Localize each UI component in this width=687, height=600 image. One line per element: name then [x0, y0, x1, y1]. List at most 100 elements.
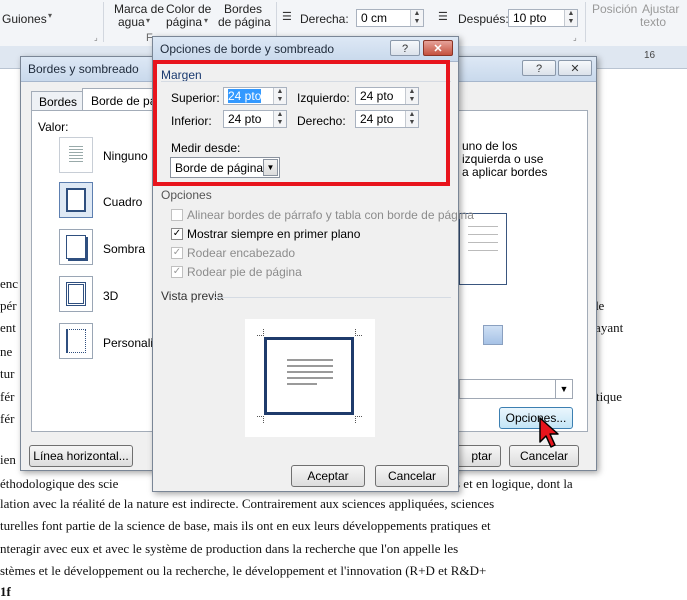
3d-setting-icon[interactable]	[59, 276, 93, 312]
opciones-section-title: Opciones	[161, 188, 212, 202]
document-fragment: tique	[596, 389, 622, 404]
spin-arrows-icon[interactable]: ▲ ▼	[564, 10, 577, 26]
corner-mark	[257, 416, 264, 423]
document-line: turelles font partie de la science de ba…	[0, 518, 491, 533]
ajustar-texto-label-1[interactable]: Ajustar	[642, 2, 679, 16]
hint-text: a aplicar bordes	[462, 165, 548, 179]
ninguno-setting-icon[interactable]	[59, 137, 93, 173]
aceptar-button[interactable]: Aceptar	[291, 465, 365, 487]
despues-label: Después:	[458, 12, 509, 26]
dialog-launcher-icon[interactable]: ⌟	[94, 33, 98, 42]
mostrar-checkbox[interactable]: ✓	[171, 228, 183, 240]
preview-text-line	[287, 365, 333, 367]
corner-mark	[355, 416, 362, 423]
color-de-pagina-label-2: página	[166, 15, 203, 29]
ribbon-separator	[585, 2, 586, 42]
rodear-encabezado-checkbox[interactable]: ✓	[171, 247, 183, 259]
preview-text-line	[287, 359, 333, 361]
linea-horizontal-button[interactable]: Línea horizontal...	[29, 445, 133, 467]
rodear-pie-label: Rodear pie de página	[187, 265, 302, 279]
document-line: 1f	[0, 584, 11, 599]
corner-mark	[355, 329, 362, 336]
dropdown-arrow-icon: ▾	[48, 11, 53, 20]
hint-text: izquierda o use	[462, 152, 544, 166]
derecha-label: Derecha:	[300, 12, 349, 26]
indent-right-icon: ☰	[282, 11, 292, 23]
alinear-checkbox[interactable]	[171, 209, 183, 221]
dialog-launcher-icon[interactable]: ⌟	[573, 33, 577, 42]
aplicar-a-select[interactable]: ▼	[459, 379, 573, 399]
tab-borde-de-pagina[interactable]: Borde de pá	[82, 88, 156, 111]
ninguno-label[interactable]: Ninguno	[103, 149, 148, 163]
spin-arrows-icon[interactable]: ▲ ▼	[410, 10, 423, 26]
help-button[interactable]: ?	[522, 60, 556, 76]
rodear-encabezado-label: Rodear encabezado	[187, 246, 296, 260]
derecha-value: 0 cm	[361, 11, 388, 25]
chevron-down-icon: ▾	[204, 16, 209, 25]
alinear-label: Alinear bordes de párrafo y tabla con bo…	[187, 208, 474, 222]
dialog-title: Bordes y sombreado	[28, 62, 139, 76]
preview-area	[245, 319, 375, 437]
document-line: lation avec la réalité de la nature est …	[0, 496, 495, 511]
vista-previa-title: Vista previa	[161, 289, 224, 303]
personalizado-setting-icon[interactable]	[59, 323, 93, 359]
document-line: stèmes et le développement ou la recherc…	[0, 563, 487, 578]
sombra-label[interactable]: Sombra	[103, 242, 145, 256]
posicion-button[interactable]: Posición	[592, 2, 637, 16]
document-line: enc	[0, 276, 19, 291]
document-line: fér	[0, 389, 15, 404]
ajustar-texto-label-2: texto	[640, 15, 667, 29]
tab-bordes-label: Bordes	[39, 95, 78, 109]
cancelar-button[interactable]: Cancelar	[375, 465, 449, 487]
close-button[interactable]: ✕	[423, 40, 453, 56]
cuadro-setting-icon[interactable]	[59, 182, 93, 218]
cuadro-label[interactable]: Cuadro	[103, 195, 142, 209]
close-button[interactable]: ✕	[558, 60, 592, 76]
document-fragment: s et en logique, dont la	[455, 476, 573, 491]
ruler-mark: 16	[644, 50, 656, 61]
opciones-de-borde-dialog: Opciones de borde y sombreado ? ✕ Margen…	[152, 36, 474, 492]
preview-text-line	[287, 383, 317, 385]
marca-de-agua-label-1: Marca de	[114, 2, 165, 16]
bordes-de-pagina-label-2: de página	[218, 15, 271, 29]
bordes-de-pagina-button[interactable]: Bordes de página	[218, 2, 272, 30]
spacing-after-icon: ☰	[438, 11, 448, 23]
help-button[interactable]: ?	[390, 40, 420, 56]
back-preview-page	[459, 213, 507, 285]
despues-input[interactable]: 10 pto ▲ ▼	[508, 9, 578, 27]
mostrar-label: Mostrar siempre en primer plano	[187, 227, 361, 241]
document-line: nteragir avec eux et avec le système de …	[0, 541, 459, 556]
derecha-input[interactable]: 0 cm ▲ ▼	[356, 9, 424, 27]
dialog-title: Opciones de borde y sombreado	[160, 42, 335, 56]
preview-text-line	[287, 377, 333, 379]
3d-label[interactable]: 3D	[103, 289, 118, 303]
bordes-de-pagina-label-1: Bordes	[224, 2, 263, 16]
ribbon-separator	[103, 2, 104, 42]
mouse-cursor-icon	[539, 417, 559, 448]
corner-mark	[257, 329, 264, 336]
chevron-down-icon: ▾	[146, 16, 151, 25]
highlight-annotation	[153, 60, 450, 186]
preview-page-border	[264, 337, 354, 415]
document-line: éthodologique des scie	[0, 476, 119, 491]
document-line: fér	[0, 411, 15, 426]
color-de-pagina-label-1: Color de	[166, 2, 212, 16]
color-de-pagina-button[interactable]: Color de página ▾	[162, 2, 214, 30]
preview-text-line	[287, 371, 333, 373]
sombra-setting-icon[interactable]	[59, 229, 93, 265]
dialog-title-bar[interactable]: Opciones de borde y sombreado ? ✕	[153, 37, 458, 62]
document-line: ien	[0, 452, 16, 467]
chevron-down-icon[interactable]: ▼	[555, 380, 572, 398]
document-line: tur	[0, 366, 15, 381]
preview-divider	[213, 297, 451, 298]
despues-value: 10 pto	[513, 11, 547, 25]
guiones-button[interactable]: Guiones	[2, 12, 47, 26]
valor-label: Valor:	[38, 120, 69, 134]
document-line: pér	[0, 298, 17, 313]
marca-de-agua-button[interactable]: Marca de agua ▾	[110, 2, 164, 30]
document-line: ent	[0, 320, 16, 335]
hint-text: uno de los	[462, 139, 518, 153]
tab-bordes[interactable]: Bordes	[31, 91, 83, 111]
border-button-icon[interactable]	[483, 325, 503, 345]
rodear-pie-checkbox[interactable]: ✓	[171, 266, 183, 278]
